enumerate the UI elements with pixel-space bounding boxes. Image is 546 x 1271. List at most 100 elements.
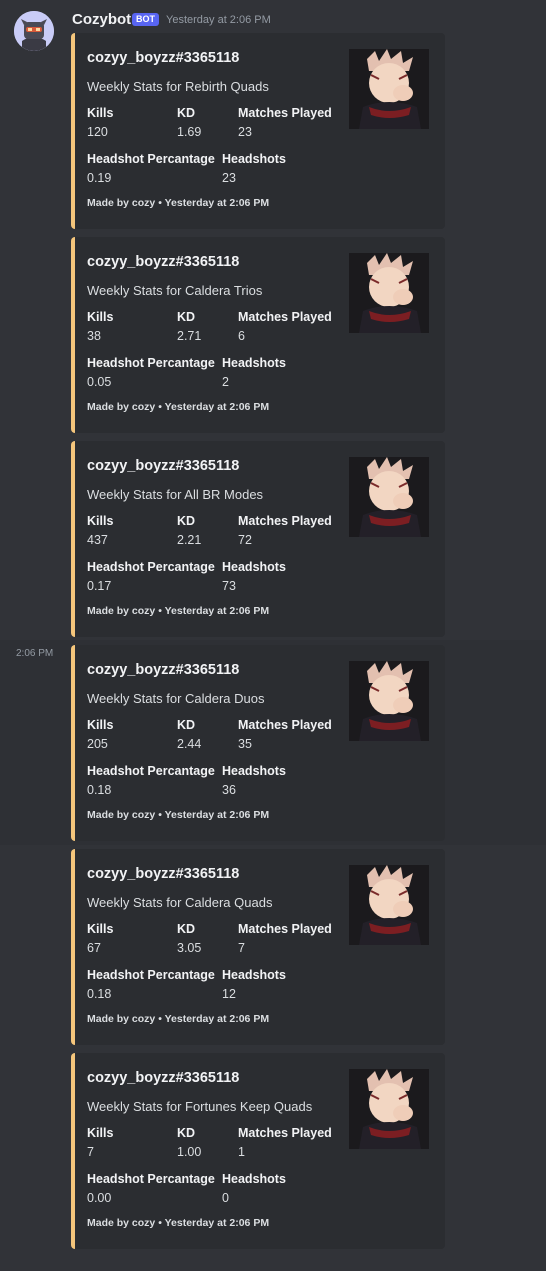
field-label: Matches Played (238, 310, 332, 324)
field-headshot-percentage: Headshot Percantage 0.18 (87, 968, 215, 1001)
embed-thumbnail[interactable] (349, 661, 429, 741)
embed-title: cozyy_boyzz#3365118 (87, 254, 240, 270)
field-value: 7 (238, 941, 245, 955)
field-value: 7 (87, 1145, 94, 1159)
stats-embed: cozyy_boyzz#3365118 Weekly Stats for Reb… (71, 33, 445, 229)
author-name[interactable]: Cozybot (72, 11, 131, 28)
field-kills: Kills 67 (87, 922, 113, 955)
field-value: 73 (222, 579, 236, 593)
field-kills: Kills 7 (87, 1126, 113, 1159)
field-kills: Kills 120 (87, 106, 113, 139)
field-value: 6 (238, 329, 245, 343)
embed-description: Weekly Stats for Caldera Quads (87, 895, 273, 910)
embed-footer: Made by cozy • Yesterday at 2:06 PM (87, 605, 270, 617)
field-value: 2.71 (177, 329, 202, 343)
field-headshots: Headshots 12 (222, 968, 286, 1001)
field-label: Headshot Percantage (87, 764, 215, 778)
field-value: 72 (238, 533, 252, 547)
field-value: 2.44 (177, 737, 202, 751)
field-label: Kills (87, 718, 114, 732)
field-label: KD (177, 718, 196, 732)
field-label: Kills (87, 310, 114, 324)
embed-thumbnail[interactable] (349, 253, 429, 333)
embed-footer: Made by cozy • Yesterday at 2:06 PM (87, 401, 270, 413)
embed-title: cozyy_boyzz#3365118 (87, 458, 240, 474)
field-kills: Kills 437 (87, 514, 113, 547)
field-label: KD (177, 514, 196, 528)
field-label: Matches Played (238, 922, 332, 936)
field-value: 0.19 (87, 171, 112, 185)
field-label: Headshot Percantage (87, 968, 215, 982)
embed-footer: Made by cozy • Yesterday at 2:06 PM (87, 197, 270, 209)
field-label: Kills (87, 514, 114, 528)
field-headshot-percentage: Headshot Percantage 0.00 (87, 1172, 215, 1205)
field-label: Matches Played (238, 106, 332, 120)
field-label: Headshots (222, 356, 286, 370)
field-headshots: Headshots 73 (222, 560, 286, 593)
field-value: 0.05 (87, 375, 112, 389)
field-headshot-percentage: Headshot Percantage 0.19 (87, 152, 215, 185)
field-matches-played: Matches Played 1 (238, 1126, 332, 1159)
stats-embed: cozyy_boyzz#3365118 Weekly Stats for All… (71, 441, 445, 637)
field-matches-played: Matches Played 35 (238, 718, 332, 751)
stats-embed: cozyy_boyzz#3365118 Weekly Stats for Cal… (71, 237, 445, 433)
field-label: KD (177, 1126, 196, 1140)
bot-avatar-icon[interactable] (14, 11, 54, 51)
field-label: KD (177, 106, 196, 120)
field-value: 3.05 (177, 941, 202, 955)
field-kills: Kills 38 (87, 310, 113, 343)
field-kd: KD 3.05 (177, 922, 201, 955)
field-headshots: Headshots 2 (222, 356, 286, 389)
field-label: Headshots (222, 152, 286, 166)
field-kd: KD 1.69 (177, 106, 201, 139)
field-label: Headshots (222, 968, 286, 982)
stats-embed: cozyy_boyzz#3365118 Weekly Stats for Cal… (71, 849, 445, 1045)
field-headshots: Headshots 23 (222, 152, 286, 185)
field-headshot-percentage: Headshot Percantage 0.05 (87, 356, 215, 389)
field-value: 1.69 (177, 125, 202, 139)
field-label: Headshot Percantage (87, 356, 215, 370)
field-label: Headshot Percantage (87, 560, 215, 574)
embed-footer: Made by cozy • Yesterday at 2:06 PM (87, 1013, 270, 1025)
field-value: 36 (222, 783, 236, 797)
bot-badge: BOT (132, 13, 159, 26)
field-value: 0 (222, 1191, 229, 1205)
field-kd: KD 1.00 (177, 1126, 201, 1159)
embed-description: Weekly Stats for Caldera Trios (87, 283, 263, 298)
field-value: 205 (87, 737, 108, 751)
embed-thumbnail[interactable] (349, 1069, 429, 1149)
embed-thumbnail[interactable] (349, 457, 429, 537)
embed-description: Weekly Stats for Rebirth Quads (87, 79, 269, 94)
embed-footer: Made by cozy • Yesterday at 2:06 PM (87, 809, 270, 821)
field-value: 23 (222, 171, 236, 185)
embed-title: cozyy_boyzz#3365118 (87, 662, 240, 678)
field-label: Matches Played (238, 1126, 332, 1140)
message-timestamp[interactable]: Yesterday at 2:06 PM (166, 14, 271, 26)
embed-footer: Made by cozy • Yesterday at 2:06 PM (87, 1217, 270, 1229)
field-value: 0.18 (87, 783, 112, 797)
field-value: 12 (222, 987, 236, 1001)
field-value: 67 (87, 941, 101, 955)
field-kd: KD 2.71 (177, 310, 201, 343)
field-value: 2.21 (177, 533, 202, 547)
field-label: Matches Played (238, 514, 332, 528)
embed-thumbnail[interactable] (349, 865, 429, 945)
field-matches-played: Matches Played 6 (238, 310, 332, 343)
field-label: Headshots (222, 560, 286, 574)
field-value: 0.18 (87, 987, 112, 1001)
field-label: KD (177, 922, 196, 936)
field-label: Headshots (222, 764, 286, 778)
field-label: Headshot Percantage (87, 1172, 215, 1186)
field-label: Kills (87, 1126, 114, 1140)
field-matches-played: Matches Played 7 (238, 922, 332, 955)
field-headshots: Headshots 0 (222, 1172, 286, 1205)
field-kd: KD 2.44 (177, 718, 201, 751)
embed-description: Weekly Stats for Caldera Duos (87, 691, 265, 706)
field-value: 23 (238, 125, 252, 139)
field-kd: KD 2.21 (177, 514, 201, 547)
embed-thumbnail[interactable] (349, 49, 429, 129)
field-headshot-percentage: Headshot Percantage 0.17 (87, 560, 215, 593)
field-headshots: Headshots 36 (222, 764, 286, 797)
hover-timestamp: 2:06 PM (16, 648, 54, 659)
stats-embed: cozyy_boyzz#3365118 Weekly Stats for Cal… (71, 645, 445, 841)
